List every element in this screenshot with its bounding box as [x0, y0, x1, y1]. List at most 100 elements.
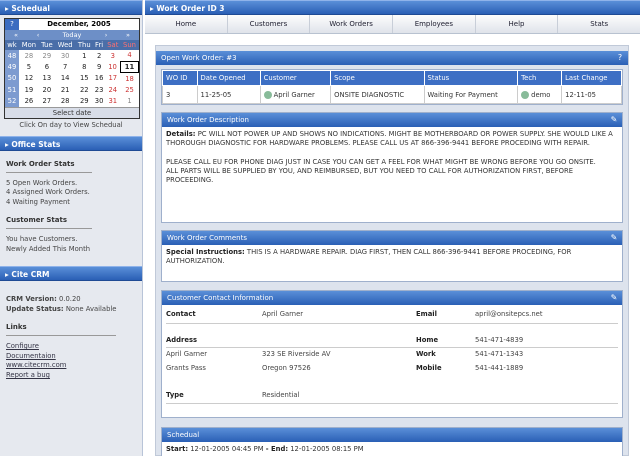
calendar-day[interactable]: 24: [105, 84, 120, 95]
calendar-day[interactable]: 19: [19, 84, 39, 95]
nav-customers[interactable]: Customers: [228, 15, 311, 33]
calendar-day[interactable]: 14: [55, 73, 76, 84]
calendar-day[interactable]: 29: [75, 96, 93, 107]
col-wo-id: WO ID: [162, 70, 198, 86]
type-value: Residential: [262, 391, 300, 399]
cell-tech[interactable]: demo: [517, 85, 563, 104]
calendar-day[interactable]: 21: [55, 84, 76, 95]
edit-icon[interactable]: ✎: [609, 293, 619, 303]
contact-label: Contact: [166, 310, 196, 318]
prev-month-button[interactable]: ‹: [27, 30, 49, 40]
contact-value: April Garner: [262, 310, 304, 318]
address-city: Grants Pass: [166, 364, 206, 372]
calendar-day[interactable]: 30: [93, 96, 105, 107]
calendar-day[interactable]: 7: [55, 61, 76, 72]
calendar-footer: Select date: [5, 106, 139, 118]
calendar-help-icon[interactable]: ?: [5, 19, 19, 30]
wo-stat: 5 Open Work Orders.: [6, 178, 78, 187]
contact-grid: Contact April Garner Email april@onsitep…: [162, 305, 622, 417]
calendar-day[interactable]: 15: [75, 73, 93, 84]
next-month-button[interactable]: ›: [95, 30, 117, 40]
link-configure[interactable]: Configure: [6, 342, 136, 352]
week-number: 51: [5, 84, 19, 96]
col-tech: Tech: [517, 70, 563, 86]
calendar-day[interactable]: 1: [121, 96, 139, 107]
next-year-button[interactable]: »: [117, 30, 139, 40]
week-number: 49: [5, 61, 19, 73]
edit-icon[interactable]: ✎: [609, 233, 619, 243]
cell-customer[interactable]: April Garner: [259, 85, 332, 104]
calendar-day-header: Mon: [19, 40, 39, 50]
calendar-day[interactable]: 16: [93, 73, 105, 84]
calendar-day[interactable]: 27: [39, 96, 55, 107]
col-last-change: Last Change: [561, 70, 622, 86]
calendar-day[interactable]: 6: [39, 61, 55, 72]
office-stats: Work Order Stats 5 Open Work Orders. 4 A…: [0, 160, 142, 255]
comments-header: Work Order Comments ✎: [162, 231, 622, 245]
calendar-day[interactable]: 5: [19, 61, 39, 72]
calendar-day[interactable]: 22: [75, 84, 93, 95]
calendar-day[interactable]: 9: [93, 61, 105, 72]
calendar-day[interactable]: 17: [105, 73, 120, 84]
calendar-day[interactable]: 12: [19, 73, 39, 84]
calendar-day[interactable]: 31: [105, 96, 120, 107]
calendar-day[interactable]: 13: [39, 73, 55, 84]
link-website[interactable]: www.citecrm.com: [6, 361, 136, 371]
address-label: Address: [166, 336, 198, 344]
calendar-day[interactable]: 20: [39, 84, 55, 95]
calendar-day[interactable]: 1: [75, 50, 93, 61]
schedual-header[interactable]: ▸ Schedual: [0, 0, 142, 15]
link-report-bug[interactable]: Report a bug: [6, 371, 136, 381]
wo-summary: WO ID Date Opened Customer Scope Status …: [161, 69, 623, 105]
customer-icon: [263, 90, 272, 99]
calendar-day[interactable]: 29: [39, 50, 55, 61]
calendar-day-header: Sat: [105, 40, 121, 50]
wo-table: WO ID Date Opened Customer Scope Status …: [162, 70, 622, 104]
divider: [166, 323, 618, 324]
link-documentation[interactable]: Documentaion: [6, 352, 136, 362]
update-status: None Available: [65, 304, 117, 313]
calendar-day[interactable]: 28: [55, 96, 76, 107]
calendar-day[interactable]: 26: [19, 96, 39, 107]
nav-stats[interactable]: Stats: [558, 15, 640, 33]
home-value: 541-471-4839: [475, 336, 524, 344]
nav-help[interactable]: Help: [476, 15, 559, 33]
calendar-grid: wk Mon Tue Wed Thu Fri Sat Sun 48 28 29 …: [5, 40, 139, 107]
tech-name[interactable]: demo: [531, 91, 550, 99]
customer-name[interactable]: April Garner: [274, 91, 315, 99]
nav-work-orders[interactable]: Work Orders: [310, 15, 394, 33]
open-wo-header: Open Work Order: #3 ?: [156, 51, 628, 65]
calendar-day[interactable]: 23: [93, 84, 105, 95]
wo-description: Work Order Description ✎ Details: PC WIL…: [161, 112, 623, 223]
calendar-day[interactable]: 18: [121, 73, 139, 84]
calendar-day[interactable]: 10: [105, 61, 120, 72]
table-row: 3 11-25-05 April Garner ONSITE DIAGNOSTI…: [162, 85, 622, 104]
office-stats-header[interactable]: ▸ Office Stats: [0, 135, 142, 151]
desc-text-2: PLEASE CALL EU FOR PHONE DIAG JUST IN CA…: [166, 157, 596, 166]
calendar-day[interactable]: 4: [121, 50, 139, 61]
nav-employees[interactable]: Employees: [393, 15, 476, 33]
calendar-day[interactable]: 28: [19, 50, 39, 61]
comments-title: Work Order Comments: [167, 234, 248, 242]
calendar-hint: Click On day to View Schedual: [19, 120, 123, 129]
calendar-day[interactable]: 3: [105, 50, 120, 61]
col-status: Status: [423, 70, 519, 86]
edit-icon[interactable]: ✎: [609, 115, 619, 125]
calendar-day[interactable]: 30: [55, 50, 76, 61]
cust-stats-title: Customer Stats: [6, 216, 67, 225]
wo-stat: 4 Assigned Work Orders.: [6, 188, 90, 197]
cite-crm-header[interactable]: ▸ Cite CRM: [0, 266, 142, 282]
nav-home[interactable]: Home: [145, 15, 228, 33]
calendar-day[interactable]: 8: [75, 61, 93, 72]
today-button[interactable]: Today: [49, 30, 95, 40]
calendar-day[interactable]: 2: [93, 50, 105, 61]
calendar-day-today[interactable]: 11: [120, 60, 139, 74]
desc-header: Work Order Description ✎: [162, 113, 622, 127]
calendar-day[interactable]: 25: [121, 84, 139, 95]
prev-year-button[interactable]: «: [5, 30, 27, 40]
help-icon[interactable]: ?: [615, 53, 625, 63]
calendar-day-header: Fri: [93, 40, 106, 50]
tech-icon: [521, 90, 530, 99]
email-label: Email: [416, 310, 437, 318]
email-value[interactable]: april@onsitepcs.net: [475, 310, 543, 318]
